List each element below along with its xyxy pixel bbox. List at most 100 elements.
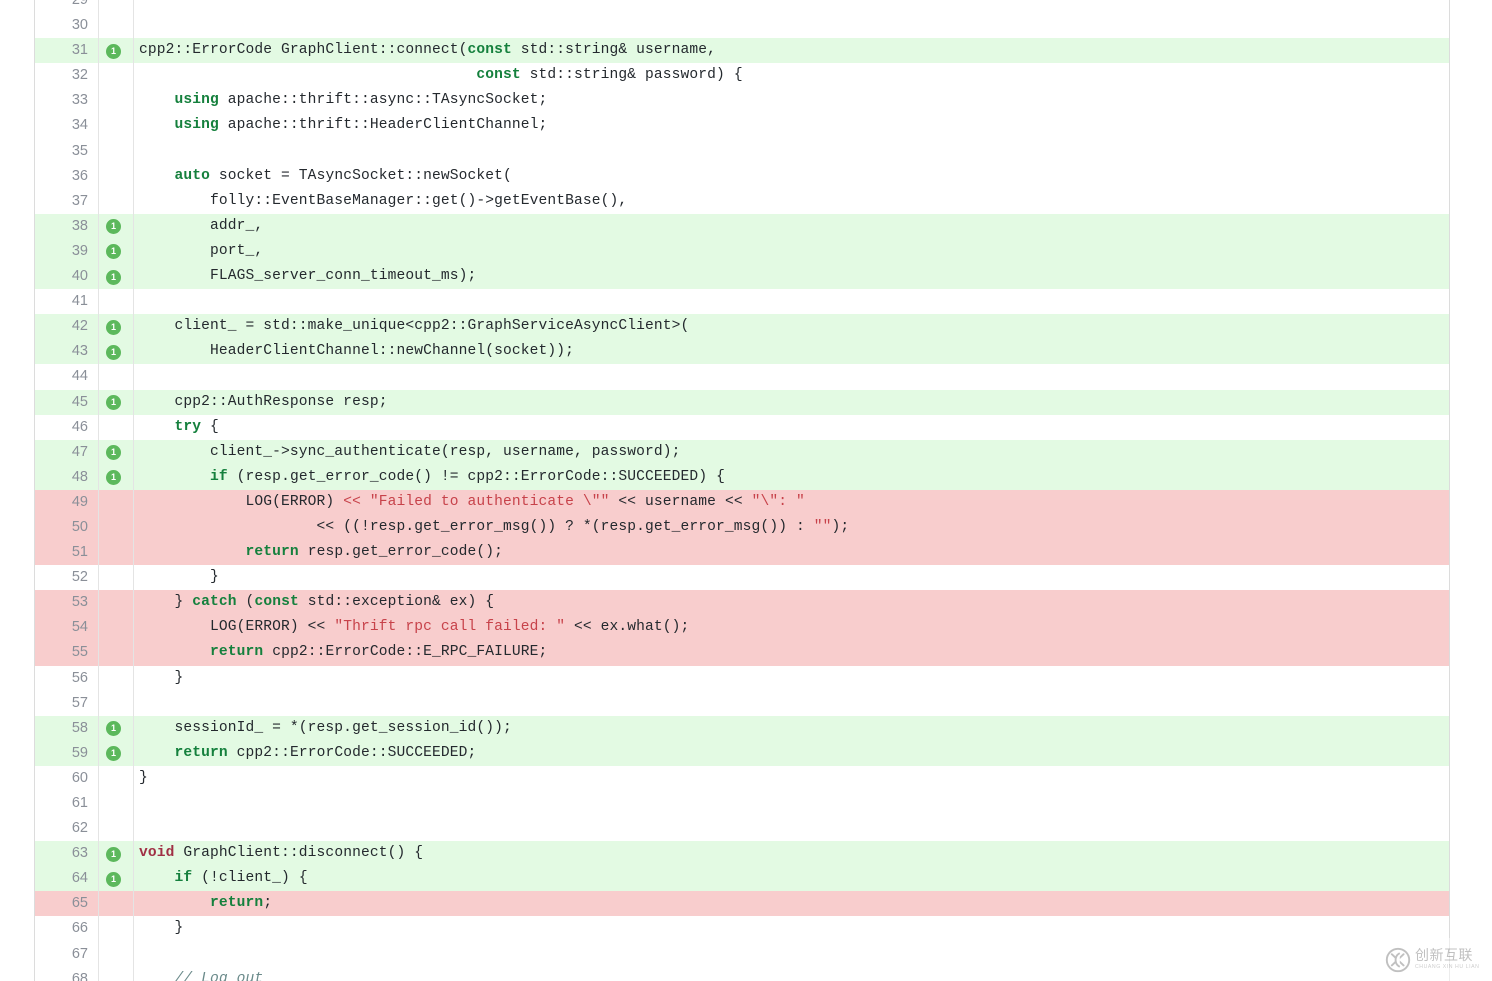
code-line-text[interactable]: using apache::thrift::async::TAsyncSocke… xyxy=(134,88,1449,113)
code-line-row[interactable]: 48 1 if (resp.get_error_code() != cpp2::E… xyxy=(35,464,1449,490)
code-line-row[interactable]: 61 xyxy=(35,791,1449,817)
line-number[interactable]: 41 xyxy=(35,289,99,315)
hit-count-badge[interactable]: 1 xyxy=(106,746,121,762)
hit-count-badge[interactable]: 1 xyxy=(106,846,121,862)
code-line-row[interactable]: 58 1 sessionId_ = *(resp.get_session_id()… xyxy=(35,715,1449,741)
code-line-row[interactable]: 68 // Log out xyxy=(35,966,1449,981)
code-line-row[interactable]: 60} xyxy=(35,765,1449,791)
code-line-row[interactable]: 47 1 client_->sync_authenticate(resp, use… xyxy=(35,439,1449,465)
code-line-row[interactable]: 40 1 FLAGS_server_conn_timeout_ms); xyxy=(35,264,1449,290)
hit-count-badge[interactable]: 1 xyxy=(106,219,121,235)
code-line-text[interactable] xyxy=(134,816,1449,841)
code-line-row[interactable]: 49 LOG(ERROR) << "Failed to authenticate… xyxy=(35,489,1449,515)
line-number[interactable]: 68 xyxy=(35,966,99,981)
code-line-text[interactable] xyxy=(134,364,1449,389)
code-line-text[interactable] xyxy=(134,942,1449,967)
code-line-row[interactable]: 30 xyxy=(35,13,1449,39)
line-number[interactable]: 42 xyxy=(35,314,99,340)
code-line-text[interactable] xyxy=(134,791,1449,816)
code-line-row[interactable]: 43 1 HeaderClientChannel::newChannel(sock… xyxy=(35,339,1449,365)
line-number[interactable]: 56 xyxy=(35,665,99,691)
code-line-text[interactable]: return cpp2::ErrorCode::E_RPC_FAILURE; xyxy=(134,640,1449,665)
code-line-row[interactable]: 39 1 port_, xyxy=(35,238,1449,265)
line-number[interactable]: 57 xyxy=(35,690,99,716)
line-number[interactable]: 35 xyxy=(35,138,99,164)
code-line-row[interactable]: 32 const std::string& password) { xyxy=(35,63,1449,89)
code-line-row[interactable]: 55 return cpp2::ErrorCode::E_RPC_FAILURE… xyxy=(35,640,1449,666)
line-number[interactable]: 54 xyxy=(35,615,99,641)
line-number[interactable]: 52 xyxy=(35,565,99,591)
code-line-row[interactable]: 41 xyxy=(35,289,1449,315)
hit-count-badge[interactable]: 1 xyxy=(106,721,121,737)
line-number[interactable]: 58 xyxy=(35,715,99,741)
line-number[interactable]: 67 xyxy=(35,941,99,967)
hit-count-badge[interactable]: 1 xyxy=(106,395,121,410)
line-number[interactable]: 30 xyxy=(35,13,99,39)
code-line-text[interactable]: // Log out xyxy=(134,967,1449,981)
code-line-row[interactable]: 37 folly::EventBaseManager::get()->getEv… xyxy=(35,188,1449,214)
code-line-row[interactable]: 35 xyxy=(35,138,1449,164)
code-line-row[interactable]: 33 using apache::thrift::async::TAsyncSo… xyxy=(35,88,1449,114)
hit-count-badge[interactable]: 1 xyxy=(106,244,121,260)
code-line-row[interactable]: 29 xyxy=(35,0,1449,14)
code-line-row[interactable]: 50 << ((!resp.get_error_msg()) ? *(resp.… xyxy=(35,514,1449,541)
code-line-text[interactable]: return resp.get_error_code(); xyxy=(134,540,1449,565)
code-line-text[interactable]: if (!client_) { xyxy=(134,866,1449,891)
hit-count-badge[interactable]: 1 xyxy=(106,319,121,335)
line-number[interactable]: 60 xyxy=(35,765,99,791)
code-line-text[interactable]: } xyxy=(134,666,1449,691)
code-line-row[interactable]: 42 1 client_ = std::make_unique<cpp2::Gra… xyxy=(35,314,1449,340)
line-number[interactable]: 48 xyxy=(35,464,99,490)
line-number[interactable]: 31 xyxy=(35,38,99,64)
line-number[interactable]: 51 xyxy=(35,540,99,566)
line-number[interactable]: 59 xyxy=(35,740,99,766)
code-line-text[interactable] xyxy=(134,0,1449,13)
line-number[interactable]: 55 xyxy=(35,640,99,666)
code-line-text[interactable] xyxy=(134,691,1449,716)
code-line-text[interactable]: folly::EventBaseManager::get()->getEvent… xyxy=(134,189,1449,214)
code-line-text[interactable]: if (resp.get_error_code() != cpp2::Error… xyxy=(134,465,1449,490)
code-line-text[interactable] xyxy=(134,13,1449,38)
code-line-row[interactable]: 57 xyxy=(35,690,1449,716)
code-line-row[interactable]: 64 1 if (!client_) { xyxy=(35,866,1449,892)
code-line-text[interactable]: void GraphClient::disconnect() { xyxy=(134,841,1449,866)
line-number[interactable]: 47 xyxy=(35,439,99,465)
code-line-row[interactable]: 56 } xyxy=(35,665,1449,691)
code-line-text[interactable] xyxy=(134,289,1449,314)
hit-count-badge[interactable]: 1 xyxy=(106,344,121,360)
code-line-row[interactable]: 62 xyxy=(35,816,1449,842)
code-line-text[interactable]: HeaderClientChannel::newChannel(socket))… xyxy=(134,339,1449,364)
code-line-text[interactable]: FLAGS_server_conn_timeout_ms); xyxy=(134,264,1449,289)
code-line-row[interactable]: 36 auto socket = TAsyncSocket::newSocket… xyxy=(35,163,1449,189)
line-number[interactable]: 64 xyxy=(35,866,99,892)
code-line-text[interactable]: return cpp2::ErrorCode::SUCCEEDED; xyxy=(134,741,1449,766)
line-number[interactable]: 38 xyxy=(35,213,99,239)
line-number[interactable]: 65 xyxy=(35,891,99,917)
code-line-text[interactable]: const std::string& password) { xyxy=(134,63,1449,88)
code-line-row[interactable]: 65 return; xyxy=(35,891,1449,917)
code-line-text[interactable]: } xyxy=(134,916,1449,941)
line-number[interactable]: 43 xyxy=(35,339,99,365)
code-line-row[interactable]: 63 1 void GraphClient::disconnect() { xyxy=(35,841,1449,867)
code-line-row[interactable]: 66 } xyxy=(35,916,1449,942)
line-number[interactable]: 44 xyxy=(35,364,99,390)
code-line-row[interactable]: 52 } xyxy=(35,565,1449,591)
code-line-row[interactable]: 45 1 cpp2::AuthResponse resp; xyxy=(35,389,1449,415)
line-number[interactable]: 29 xyxy=(35,0,99,14)
line-number[interactable]: 34 xyxy=(35,113,99,139)
line-number[interactable]: 63 xyxy=(35,841,99,867)
code-line-text[interactable]: cpp2::AuthResponse resp; xyxy=(134,390,1449,415)
line-number[interactable]: 66 xyxy=(35,916,99,942)
code-line-text[interactable]: client_ = std::make_unique<cpp2::GraphSe… xyxy=(134,314,1449,339)
line-number[interactable]: 61 xyxy=(35,791,99,817)
code-line-text[interactable]: return; xyxy=(134,891,1449,916)
code-line-text[interactable]: addr_, xyxy=(134,214,1449,239)
line-number[interactable]: 45 xyxy=(35,389,99,415)
line-number[interactable]: 32 xyxy=(35,63,99,89)
code-line-text[interactable]: << ((!resp.get_error_msg()) ? *(resp.get… xyxy=(134,515,1449,540)
code-line-row[interactable]: 51 return resp.get_error_code(); xyxy=(35,540,1449,566)
line-number[interactable]: 36 xyxy=(35,163,99,189)
code-line-row[interactable]: 54 LOG(ERROR) << "Thrift rpc call failed… xyxy=(35,615,1449,641)
line-number[interactable]: 62 xyxy=(35,816,99,842)
code-line-row[interactable]: 53 } catch (const std::exception& ex) { xyxy=(35,590,1449,616)
